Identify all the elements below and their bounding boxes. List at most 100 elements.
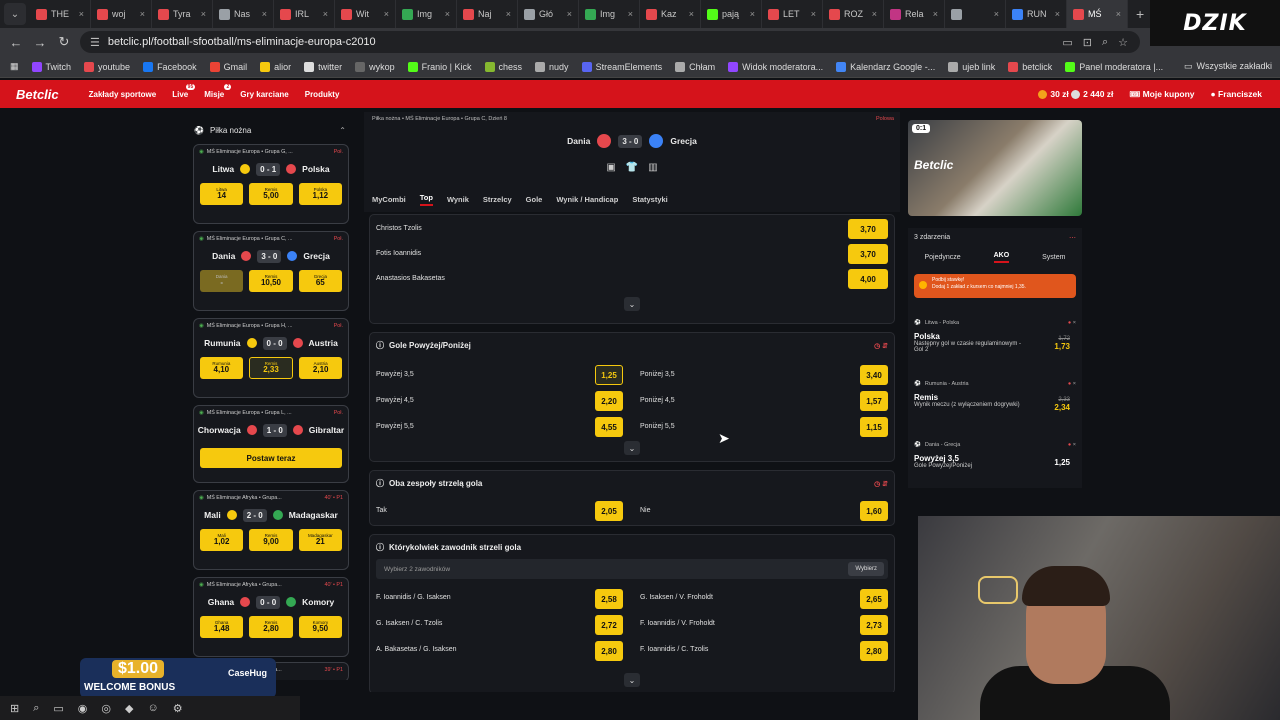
forward-icon[interactable]: →: [28, 35, 52, 50]
scorer-odd[interactable]: 4,00: [848, 269, 888, 289]
pair-right-odd[interactable]: 2,80: [860, 641, 888, 661]
scorer-odd[interactable]: 3,70: [848, 244, 888, 264]
bookmark-item[interactable]: alior: [260, 61, 291, 72]
event-lang[interactable]: Polowa: [876, 116, 894, 122]
search-icon[interactable]: ⌕: [33, 702, 39, 715]
cast-icon[interactable]: ▭: [1062, 36, 1072, 49]
scorer-odd[interactable]: 3,70: [848, 219, 888, 239]
bookmark-item[interactable]: Twitch: [31, 61, 71, 72]
browser-tab[interactable]: Naj ×: [457, 0, 518, 28]
browser-tab[interactable]: ROZ ×: [823, 0, 884, 28]
btts-yes-odd[interactable]: 2,05: [595, 501, 623, 521]
odd-button[interactable]: Mali 1,02: [200, 529, 244, 551]
close-tab-icon[interactable]: ×: [384, 9, 389, 19]
odd-button[interactable]: Litwa 14: [200, 183, 244, 205]
start-icon[interactable]: ⊞: [10, 702, 19, 715]
close-tab-icon[interactable]: ×: [506, 9, 511, 19]
close-tab-icon[interactable]: ×: [323, 9, 328, 19]
chevron-up-icon[interactable]: ⌃: [339, 126, 346, 135]
boost-promo[interactable]: Podbij stawkę! Dodaj 1 zakład z kursem c…: [914, 274, 1076, 298]
tab-statystyki[interactable]: Statystyki: [632, 195, 667, 204]
bookmark-item[interactable]: betclick: [1008, 61, 1052, 72]
bookmark-item[interactable]: Chłam: [675, 61, 715, 72]
close-tab-icon[interactable]: ×: [1055, 9, 1060, 19]
tab-single[interactable]: Pojedyncze: [924, 254, 960, 261]
browser-tab[interactable]: Nas ×: [213, 0, 274, 28]
close-tab-icon[interactable]: ×: [689, 9, 694, 19]
live-stream-thumbnail[interactable]: 0:1 Betclic: [908, 120, 1082, 216]
nav-sports[interactable]: Zakłady sportowe: [89, 90, 157, 99]
browser-tab[interactable]: IRL ×: [274, 0, 335, 28]
odd-button[interactable]: Remis 5,00: [249, 183, 293, 205]
tab-strzelcy[interactable]: Strzelcy: [483, 195, 512, 204]
remove-selection-icon[interactable]: ● ×: [1068, 381, 1076, 387]
browser-tab[interactable]: Głó ×: [518, 0, 579, 28]
site-info-icon[interactable]: ☰: [90, 36, 100, 49]
bookmark-item[interactable]: StreamElements: [581, 61, 662, 72]
under-odd[interactable]: 3,40: [860, 365, 888, 385]
tab-wynik[interactable]: Wynik: [447, 195, 469, 204]
pair-left-odd[interactable]: 2,72: [595, 615, 623, 635]
discord-icon[interactable]: ☺: [147, 702, 158, 714]
close-tab-icon[interactable]: ×: [262, 9, 267, 19]
odd-button[interactable]: Madagaskar 21: [298, 529, 342, 551]
odd-button[interactable]: Remis 10,50: [249, 270, 293, 292]
bookmark-item[interactable]: ujeb link: [948, 61, 995, 72]
bookmark-item[interactable]: wykop: [355, 61, 395, 72]
address-bar[interactable]: ☰ betclic.pl/football-sfootball/ms-elimi…: [80, 31, 1140, 53]
tab-ako[interactable]: AKO: [993, 252, 1010, 263]
pair-left-odd[interactable]: 2,58: [595, 589, 623, 609]
chrome-icon[interactable]: ◎: [101, 702, 111, 715]
odd-button[interactable]: Komory 9,50: [298, 616, 342, 638]
bookmark-item[interactable]: nudy: [535, 61, 569, 72]
tab-mycombi[interactable]: MyCombi: [372, 195, 406, 204]
apps-icon[interactable]: ▦: [10, 61, 19, 72]
odd-button[interactable]: Grecja 65: [298, 270, 342, 292]
tab-wynik-handicap[interactable]: Wynik / Handicap: [556, 195, 618, 204]
pair-left-odd[interactable]: 2,80: [595, 641, 623, 661]
btts-no-odd[interactable]: 1,60: [860, 501, 888, 521]
bet-now-button[interactable]: Postaw teraz: [200, 448, 342, 468]
bookmark-item[interactable]: Widok moderatora...: [728, 61, 823, 72]
chevron-down-icon[interactable]: ⌄: [624, 441, 640, 455]
install-icon[interactable]: ⊡: [1083, 36, 1092, 49]
tab-gole[interactable]: Gole: [526, 195, 543, 204]
bookmark-item[interactable]: chess: [484, 61, 522, 72]
app-icon[interactable]: ◉: [78, 702, 88, 715]
nav-products[interactable]: Produkty: [305, 90, 340, 99]
nav-card-games[interactable]: Gry karciane: [240, 90, 288, 99]
browser-tab[interactable]: Img ×: [396, 0, 457, 28]
close-tab-icon[interactable]: ×: [567, 9, 572, 19]
tab-search-button[interactable]: ⌄: [4, 3, 26, 25]
pair-right-odd[interactable]: 2,65: [860, 589, 888, 609]
match-card[interactable]: ◉ MŚ Eliminacje Europa • Grupa C, ... Poł.…: [193, 231, 349, 311]
under-odd[interactable]: 1,57: [860, 391, 888, 411]
stats-link-icon[interactable]: ◷ ⇵: [874, 480, 888, 488]
close-tab-icon[interactable]: ×: [628, 9, 633, 19]
close-tab-icon[interactable]: ×: [994, 9, 999, 19]
settings-icon[interactable]: ⚙: [173, 702, 183, 715]
bookmark-item[interactable]: twitter: [304, 61, 342, 72]
odd-button[interactable]: Remis 2,80: [249, 616, 293, 638]
match-card[interactable]: ◉ MŚ Eliminacje Afryka • Grupa... 40' • P1…: [193, 577, 349, 657]
slip-selection[interactable]: ⚽ Dania - Grecja ● × Powyżej 3,5 Gole Powyże…: [914, 442, 1076, 469]
match-card[interactable]: ◉ MŚ Eliminacje Europa • Grupa L, ... Poł.…: [193, 405, 349, 483]
odd-button[interactable]: Dania -: [200, 270, 244, 292]
file-explorer-icon[interactable]: ▭: [53, 702, 63, 715]
bookmark-star-icon[interactable]: ☆: [1118, 36, 1128, 49]
user-menu[interactable]: ● Franciszek: [1211, 89, 1262, 99]
odd-button[interactable]: Remis 9,00: [249, 529, 293, 551]
match-card[interactable]: ◉ MŚ Eliminacje Afryka • Grupa... 40' • P1…: [193, 490, 349, 570]
all-bookmarks[interactable]: ▭ Wszystkie zakładki: [1184, 61, 1272, 72]
close-tab-icon[interactable]: ×: [750, 9, 755, 19]
tab-system[interactable]: System: [1042, 254, 1065, 261]
slip-selection[interactable]: ⚽ Litwa - Polska ● × Polska Następny gol w c…: [914, 320, 1076, 353]
chevron-down-icon[interactable]: ⌄: [624, 673, 640, 687]
browser-tab[interactable]: LET ×: [762, 0, 823, 28]
odd-button[interactable]: Polska 1,12: [298, 183, 342, 205]
browser-tab[interactable]: Tyra ×: [152, 0, 213, 28]
more-icon[interactable]: ⋯: [1069, 234, 1076, 242]
select-button[interactable]: Wybierz: [848, 562, 884, 576]
odd-button[interactable]: Austria 2,10: [299, 357, 343, 379]
browser-tab[interactable]: Wit ×: [335, 0, 396, 28]
